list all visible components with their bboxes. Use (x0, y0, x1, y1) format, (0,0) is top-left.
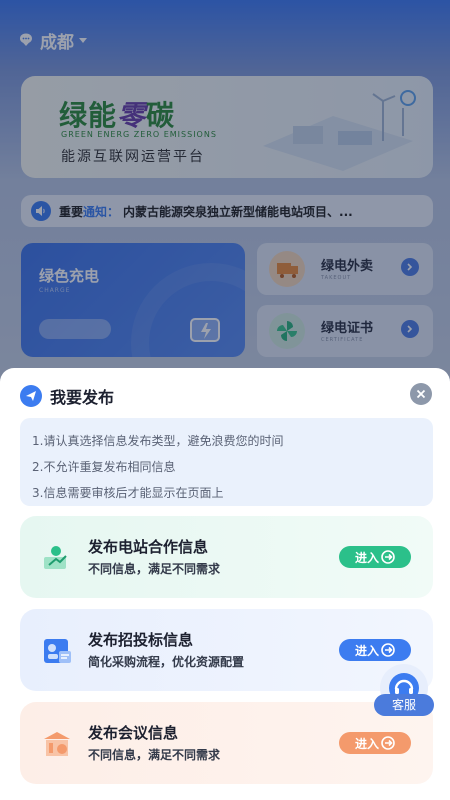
option-title: 发布会议信息 (88, 724, 179, 742)
customer-service-button[interactable]: 客服 (374, 664, 434, 718)
close-button[interactable] (410, 383, 432, 405)
meeting-building-icon (44, 732, 70, 756)
close-icon (416, 389, 426, 399)
tips-box: 1.请认真选择信息发布类型，避免浪费您的时间 2.不允许重复发布相同信息 3.信… (20, 418, 433, 506)
tip-item: 2.不允许重复发布相同信息 (32, 460, 176, 474)
bidding-document-icon (44, 639, 71, 663)
option-meeting[interactable]: 发布会议信息 不同信息，满足不同需求 进入 (20, 702, 433, 784)
arrow-right-circle-icon (381, 643, 395, 657)
enter-button[interactable]: 进入 (339, 546, 411, 568)
option-title: 发布电站合作信息 (88, 538, 209, 556)
sheet-title: 我要发布 (50, 388, 115, 407)
enter-button[interactable]: 进入 (339, 732, 411, 754)
option-title: 发布招投标信息 (88, 631, 194, 649)
sheet-header: 我要发布 (20, 384, 114, 408)
option-station-cooperation[interactable]: 发布电站合作信息 不同信息，满足不同需求 进入 (20, 516, 433, 598)
option-desc: 不同信息，满足不同需求 (88, 562, 221, 576)
arrow-right-circle-icon (381, 550, 395, 564)
tip-item: 3.信息需要审核后才能显示在页面上 (32, 486, 224, 500)
tip-item: 1.请认真选择信息发布类型，避免浪费您的时间 (32, 434, 284, 448)
enter-button[interactable]: 进入 (339, 639, 411, 661)
option-desc: 不同信息，满足不同需求 (88, 748, 221, 762)
station-cooperation-icon (44, 546, 67, 569)
arrow-right-circle-icon (381, 736, 395, 750)
option-desc: 简化采购流程，优化资源配置 (88, 655, 245, 669)
option-bidding[interactable]: 发布招投标信息 简化采购流程，优化资源配置 进入 (20, 609, 433, 691)
send-icon (20, 385, 42, 407)
customer-service-label: 客服 (374, 694, 434, 716)
publish-sheet: 我要发布 1.请认真选择信息发布类型，避免浪费您的时间 2.不允许重复发布相同信… (0, 368, 450, 800)
